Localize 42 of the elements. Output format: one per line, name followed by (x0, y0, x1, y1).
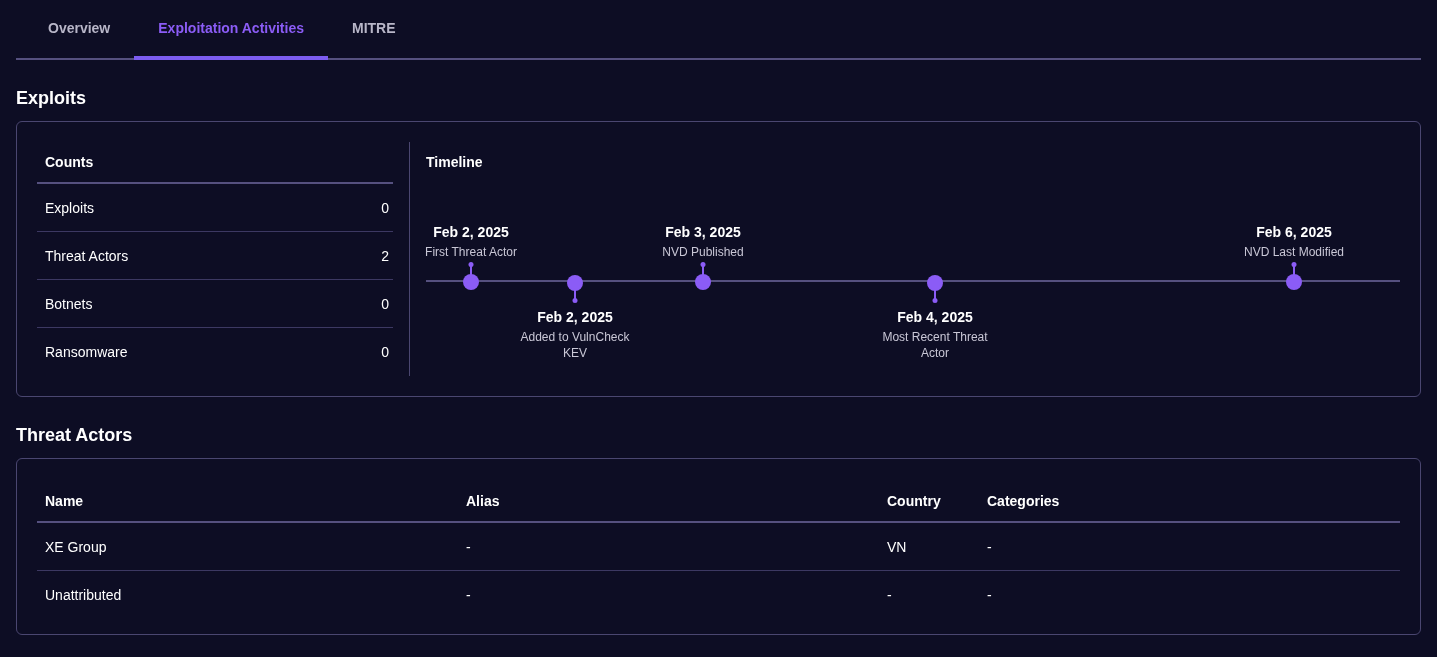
section-title: Exploits (16, 88, 87, 109)
table-cell: - (987, 539, 992, 555)
timeline-pin-icon (463, 262, 479, 290)
section-title: Threat Actors (16, 425, 134, 446)
event-label: NVD Last Modified (1243, 244, 1344, 260)
timeline-pin-icon (567, 275, 583, 303)
event-date: Feb 2, 2025 (433, 224, 509, 240)
count-value: 0 (381, 295, 389, 312)
tab[interactable]: Exploitation Activities (134, 0, 328, 60)
count-value: 2 (381, 247, 389, 264)
event-label: First Threat Actor (425, 244, 517, 260)
event-date: Feb 3, 2025 (665, 224, 741, 240)
event-label: Most Recent Threat Actor (881, 329, 989, 361)
timeline-title: Timeline (426, 153, 484, 172)
event-label: NVD Published (662, 244, 744, 260)
table-cell: - (987, 587, 992, 603)
column-header: Country (879, 479, 979, 523)
event-date: Feb 6, 2025 (1256, 224, 1332, 240)
event-date: Feb 4, 2025 (897, 309, 973, 325)
timeline-pin-icon (695, 262, 711, 290)
table-cell: - (887, 587, 892, 603)
count-label: Botnets (45, 295, 93, 312)
column-header: Name (37, 479, 458, 523)
timeline-pin-icon (1286, 262, 1302, 290)
table-cell: - (466, 587, 471, 603)
count-label: Exploits (45, 199, 95, 216)
event-label: Added to VulnCheck KEV (519, 329, 631, 361)
count-label: Ransomware (45, 344, 128, 360)
tab[interactable]: MITRE (328, 0, 420, 60)
column-header: Categories (979, 479, 1400, 523)
event-date: Feb 2, 2025 (537, 309, 613, 325)
count-label: Threat Actors (45, 247, 129, 264)
counts-header: Counts (37, 142, 393, 184)
table-cell: XE Group (45, 539, 107, 555)
timeline-pin-icon (927, 275, 943, 303)
table-cell: VN (887, 539, 907, 555)
column-header: Alias (458, 479, 879, 523)
tab[interactable]: Overview (24, 0, 135, 60)
count-value: 0 (381, 199, 389, 216)
table-cell: Unattributed (45, 587, 122, 603)
count-value: 0 (381, 344, 389, 360)
table-cell: - (466, 539, 471, 555)
